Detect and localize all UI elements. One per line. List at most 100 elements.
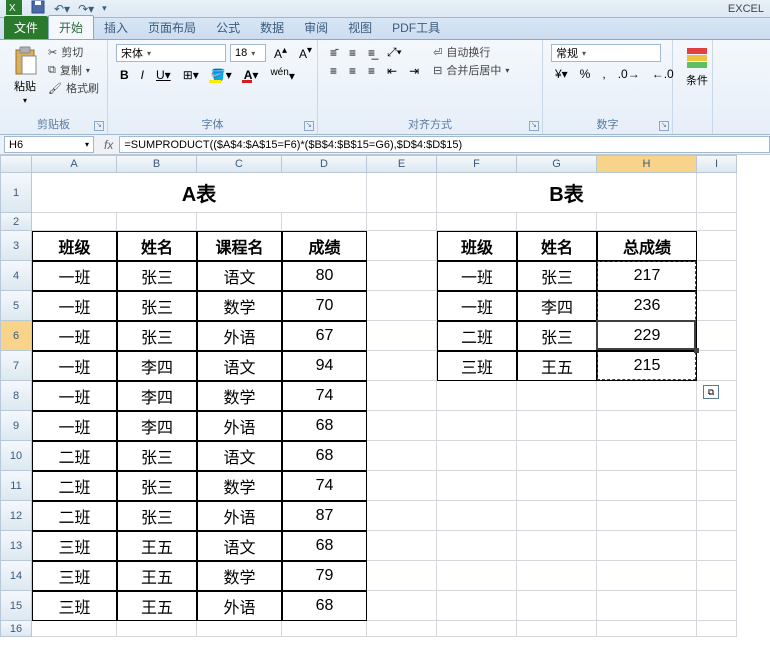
smart-tag-icon[interactable]: ⧉ bbox=[703, 385, 719, 399]
cell[interactable]: 语文 bbox=[197, 531, 282, 561]
cell[interactable]: 李四 bbox=[117, 381, 197, 411]
row-header[interactable]: 7 bbox=[0, 351, 32, 381]
cell[interactable]: 李四 bbox=[517, 291, 597, 321]
cell[interactable] bbox=[367, 213, 437, 231]
cell[interactable]: 68 bbox=[282, 441, 367, 471]
cell[interactable]: 217 bbox=[597, 261, 697, 291]
cell[interactable]: 一班 bbox=[32, 411, 117, 441]
name-box[interactable]: H6▾ bbox=[4, 136, 94, 153]
percent-button[interactable]: % bbox=[576, 66, 595, 82]
cell[interactable] bbox=[437, 621, 517, 637]
cell[interactable]: 二班 bbox=[437, 321, 517, 351]
cell[interactable] bbox=[517, 411, 597, 441]
cell[interactable] bbox=[437, 591, 517, 621]
bold-button[interactable]: B bbox=[116, 67, 133, 83]
cell[interactable]: 姓名 bbox=[117, 231, 197, 261]
cell[interactable]: 二班 bbox=[32, 441, 117, 471]
cell[interactable]: 张三 bbox=[517, 321, 597, 351]
row-header[interactable]: 11 bbox=[0, 471, 32, 501]
cell[interactable] bbox=[697, 561, 737, 591]
cell[interactable] bbox=[117, 621, 197, 637]
cell[interactable] bbox=[697, 591, 737, 621]
cell[interactable]: 数学 bbox=[197, 381, 282, 411]
align-middle-button[interactable]: ≡ bbox=[345, 45, 360, 61]
cell[interactable]: 74 bbox=[282, 471, 367, 501]
cell[interactable]: 二班 bbox=[32, 501, 117, 531]
cell[interactable]: 成绩 bbox=[282, 231, 367, 261]
cell[interactable]: B表 bbox=[437, 173, 697, 213]
row-header[interactable]: 8 bbox=[0, 381, 32, 411]
cond-format-button[interactable]: 条件 bbox=[681, 44, 713, 90]
cell[interactable]: 94 bbox=[282, 351, 367, 381]
cell[interactable] bbox=[197, 213, 282, 231]
cell[interactable] bbox=[597, 213, 697, 231]
spreadsheet[interactable]: A B C D E F G H I 1A表B表23班级姓名课程名成绩班级姓名总成… bbox=[0, 155, 770, 637]
cell[interactable]: 68 bbox=[282, 531, 367, 561]
cell[interactable]: 一班 bbox=[32, 261, 117, 291]
tab-data[interactable]: 数据 bbox=[250, 16, 294, 39]
cell[interactable] bbox=[367, 501, 437, 531]
cell[interactable] bbox=[697, 173, 737, 213]
cell[interactable]: 外语 bbox=[197, 591, 282, 621]
row-header[interactable]: 6 bbox=[0, 321, 32, 351]
cell[interactable]: 74 bbox=[282, 381, 367, 411]
row-header[interactable]: 5 bbox=[0, 291, 32, 321]
cut-button[interactable]: ✂剪切 bbox=[48, 44, 99, 60]
row-header[interactable]: 2 bbox=[0, 213, 32, 231]
qat-more-icon[interactable]: ▾ bbox=[102, 3, 107, 14]
cell[interactable]: 语文 bbox=[197, 441, 282, 471]
cell[interactable] bbox=[367, 591, 437, 621]
cell[interactable]: 70 bbox=[282, 291, 367, 321]
underline-button[interactable]: U▾ bbox=[152, 67, 175, 83]
row-header[interactable]: 13 bbox=[0, 531, 32, 561]
tab-file[interactable]: 文件 bbox=[4, 16, 48, 39]
cell[interactable] bbox=[697, 621, 737, 637]
cell[interactable] bbox=[597, 381, 697, 411]
cell[interactable]: 一班 bbox=[32, 381, 117, 411]
cell[interactable] bbox=[437, 441, 517, 471]
row-header[interactable]: 3 bbox=[0, 231, 32, 261]
inc-decimal-button[interactable]: .0→ bbox=[614, 66, 644, 82]
col-header[interactable]: H bbox=[597, 155, 697, 173]
shrink-font-button[interactable]: A▾ bbox=[295, 44, 316, 62]
cell[interactable] bbox=[517, 621, 597, 637]
copy-button[interactable]: ⧉复制▾ bbox=[48, 62, 99, 78]
cell[interactable]: 语文 bbox=[197, 351, 282, 381]
row-header[interactable]: 14 bbox=[0, 561, 32, 591]
align-right-button[interactable]: ≡ bbox=[364, 63, 379, 79]
col-header[interactable]: B bbox=[117, 155, 197, 173]
cell[interactable]: 总成绩 bbox=[597, 231, 697, 261]
tab-layout[interactable]: 页面布局 bbox=[138, 16, 206, 39]
cell[interactable] bbox=[437, 213, 517, 231]
cell[interactable]: 三班 bbox=[32, 561, 117, 591]
cell[interactable] bbox=[282, 621, 367, 637]
cell[interactable]: 王五 bbox=[117, 531, 197, 561]
cell[interactable] bbox=[367, 441, 437, 471]
col-header[interactable]: C bbox=[197, 155, 282, 173]
cell[interactable] bbox=[367, 381, 437, 411]
cell[interactable] bbox=[517, 561, 597, 591]
cell[interactable]: 215 bbox=[597, 351, 697, 381]
cell[interactable] bbox=[697, 321, 737, 351]
number-launcher[interactable]: ↘ bbox=[659, 121, 669, 131]
comma-button[interactable]: , bbox=[598, 66, 609, 82]
cell[interactable]: 李四 bbox=[117, 351, 197, 381]
cell[interactable]: 张三 bbox=[117, 441, 197, 471]
cell[interactable]: 一班 bbox=[437, 291, 517, 321]
tab-pdf[interactable]: PDF工具 bbox=[382, 16, 450, 39]
row-header[interactable]: 4 bbox=[0, 261, 32, 291]
cell[interactable]: 王五 bbox=[117, 561, 197, 591]
cell[interactable] bbox=[437, 501, 517, 531]
cell[interactable] bbox=[367, 231, 437, 261]
cell[interactable] bbox=[597, 501, 697, 531]
cell[interactable] bbox=[697, 351, 737, 381]
cell[interactable] bbox=[367, 351, 437, 381]
cell[interactable] bbox=[117, 213, 197, 231]
col-header[interactable]: G bbox=[517, 155, 597, 173]
cell[interactable] bbox=[597, 621, 697, 637]
cell[interactable]: 课程名 bbox=[197, 231, 282, 261]
align-left-button[interactable]: ≡ bbox=[326, 63, 341, 79]
cell[interactable] bbox=[697, 501, 737, 531]
align-bottom-button[interactable]: ≡̲ bbox=[364, 45, 379, 61]
cell[interactable]: 班级 bbox=[437, 231, 517, 261]
